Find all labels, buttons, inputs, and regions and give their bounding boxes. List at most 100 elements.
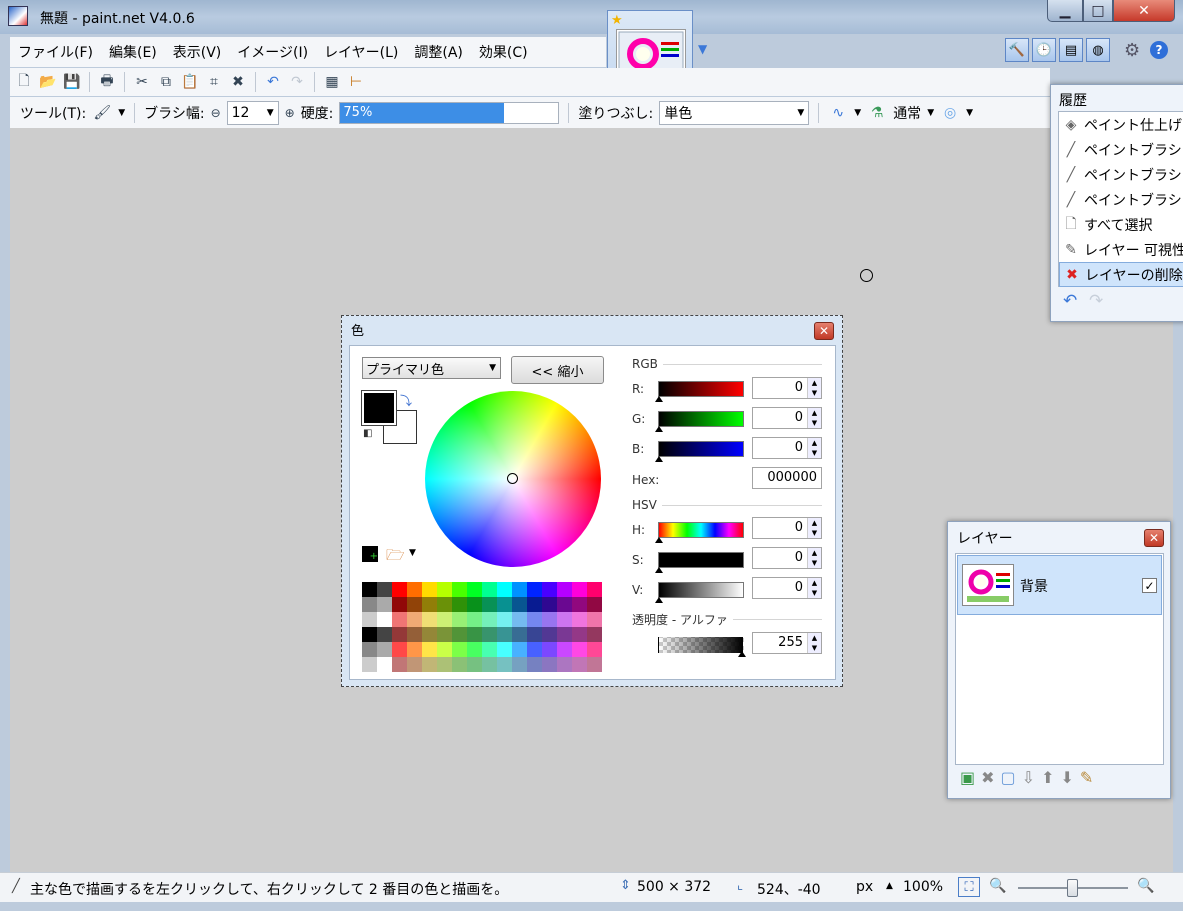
layer-properties-icon[interactable]: ✎ <box>1080 768 1093 787</box>
blue-slider[interactable] <box>658 441 744 457</box>
palette-swatch[interactable] <box>467 597 482 612</box>
shrink-button[interactable]: << 縮小 <box>511 356 604 384</box>
palette-swatch[interactable] <box>557 597 572 612</box>
palette-swatch[interactable] <box>467 657 482 672</box>
color-wheel-cursor[interactable] <box>507 473 518 484</box>
green-slider[interactable] <box>658 411 744 427</box>
palette-swatch[interactable] <box>437 597 452 612</box>
duplicate-layer-icon[interactable]: ▢ <box>1001 768 1016 787</box>
palette-swatch[interactable] <box>482 582 497 597</box>
saturation-spinbox[interactable]: 0 ▲ ▼ <box>752 547 822 569</box>
menu-layers[interactable]: レイヤー(L) <box>316 42 406 62</box>
palette-swatch[interactable] <box>422 657 437 672</box>
palette-swatch[interactable] <box>467 642 482 657</box>
palette-swatch[interactable] <box>482 627 497 642</box>
palette-swatch[interactable] <box>467 612 482 627</box>
increase-icon[interactable]: ⊕ <box>285 106 295 120</box>
maximize-button[interactable]: □ <box>1083 0 1113 22</box>
palette-swatch[interactable] <box>587 657 602 672</box>
palette-swatch[interactable] <box>542 612 557 627</box>
new-file-icon[interactable]: 🗋 <box>14 72 34 92</box>
grid-icon[interactable]: ▦ <box>322 72 342 92</box>
deselect-icon[interactable]: ✖ <box>228 72 248 92</box>
palette-swatch[interactable] <box>407 612 422 627</box>
palette-swatch[interactable] <box>362 612 377 627</box>
palette-swatch[interactable] <box>377 582 392 597</box>
palette-swatch[interactable] <box>407 597 422 612</box>
palette-swatch[interactable] <box>527 597 542 612</box>
history-item[interactable]: ╱ ペイントブラシ <box>1059 162 1183 187</box>
add-to-palette-icon[interactable]: + <box>362 546 378 562</box>
redo-icon[interactable]: ↷ <box>1089 291 1103 311</box>
palette-swatch[interactable] <box>497 657 512 672</box>
palette-swatch[interactable] <box>527 642 542 657</box>
palette-swatch[interactable] <box>362 582 377 597</box>
green-spinbox[interactable]: 0 ▲ ▼ <box>752 407 822 429</box>
red-slider-handle[interactable] <box>655 396 663 402</box>
palette-swatch[interactable] <box>482 657 497 672</box>
palette-swatch[interactable] <box>542 597 557 612</box>
palette-swatch[interactable] <box>587 627 602 642</box>
palette-swatch[interactable] <box>512 612 527 627</box>
value-slider[interactable] <box>658 582 744 598</box>
palette-swatch[interactable] <box>572 582 587 597</box>
palette-swatch[interactable] <box>497 627 512 642</box>
hardness-slider[interactable]: 75% <box>339 101 560 124</box>
palette-swatch[interactable] <box>587 582 602 597</box>
palette-swatch[interactable] <box>452 582 467 597</box>
help-icon[interactable]: ? <box>1150 41 1168 59</box>
palette-swatch[interactable] <box>392 582 407 597</box>
hue-spinbox[interactable]: 0 ▲ ▼ <box>752 517 822 539</box>
palette-swatch[interactable] <box>527 627 542 642</box>
decrease-icon[interactable]: ⊖ <box>211 106 221 120</box>
palette-swatch[interactable] <box>482 597 497 612</box>
chevron-down-icon[interactable]: ▼ <box>854 108 861 118</box>
palette-swatch[interactable] <box>437 612 452 627</box>
palette-swatch[interactable] <box>557 612 572 627</box>
palette-swatch[interactable] <box>392 597 407 612</box>
palette-swatch[interactable] <box>572 627 587 642</box>
palette-swatch[interactable] <box>557 582 572 597</box>
palette-swatch[interactable] <box>557 627 572 642</box>
zoom-fit-icon[interactable]: ⛶ <box>958 877 980 897</box>
menu-file[interactable]: ファイル(F) <box>10 42 101 62</box>
fill-mode-combo[interactable]: 単色 ▼ <box>659 100 810 125</box>
blue-slider-handle[interactable] <box>655 456 663 462</box>
colors-window-toggle-icon[interactable]: ◍ <box>1086 38 1110 62</box>
palette-swatch[interactable] <box>527 582 542 597</box>
value-slider-handle[interactable] <box>655 597 663 603</box>
saturation-slider-handle[interactable] <box>655 567 663 573</box>
spin-arrows-icon[interactable]: ▲ ▼ <box>807 518 821 538</box>
ruler-icon[interactable]: ⊢ <box>346 72 366 92</box>
palette-swatch[interactable] <box>407 582 422 597</box>
palette-swatch[interactable] <box>482 612 497 627</box>
chevron-down-icon[interactable]: ▼ <box>698 42 707 56</box>
antialias-icon[interactable]: ∿ <box>828 103 848 123</box>
flask-icon[interactable]: ⚗ <box>867 103 887 123</box>
spin-arrows-icon[interactable]: ▲ ▼ <box>807 438 821 458</box>
palette-swatch[interactable] <box>377 657 392 672</box>
close-icon[interactable]: ✕ <box>814 322 834 340</box>
menu-edit[interactable]: 編集(E) <box>101 42 165 62</box>
alpha-slider-handle[interactable] <box>738 651 746 657</box>
spin-arrows-icon[interactable]: ▲ ▼ <box>807 633 821 653</box>
delete-layer-icon[interactable]: ✖ <box>981 768 994 787</box>
palette-swatch[interactable] <box>587 642 602 657</box>
spin-arrows-icon[interactable]: ▲ ▼ <box>807 548 821 568</box>
palette-swatch[interactable] <box>497 582 512 597</box>
palette-swatch[interactable] <box>542 642 557 657</box>
move-down-icon[interactable]: ⬇ <box>1060 768 1073 787</box>
brush-width-combo[interactable]: 12 ▼ <box>226 100 279 125</box>
palette-swatch[interactable] <box>422 627 437 642</box>
cut-icon[interactable]: ✂ <box>132 72 152 92</box>
palette-swatch[interactable] <box>392 612 407 627</box>
palette-swatch[interactable] <box>572 642 587 657</box>
history-window-toggle-icon[interactable]: 🕒 <box>1032 38 1056 62</box>
palette-swatch[interactable] <box>557 642 572 657</box>
palette-icon[interactable]: 🗁 <box>386 545 405 570</box>
palette-swatch[interactable] <box>452 627 467 642</box>
palette-swatch[interactable] <box>572 612 587 627</box>
value-spinbox[interactable]: 0 ▲ ▼ <box>752 577 822 599</box>
layer-row[interactable]: 背景 ✓ <box>957 555 1162 615</box>
palette-swatch[interactable] <box>422 642 437 657</box>
